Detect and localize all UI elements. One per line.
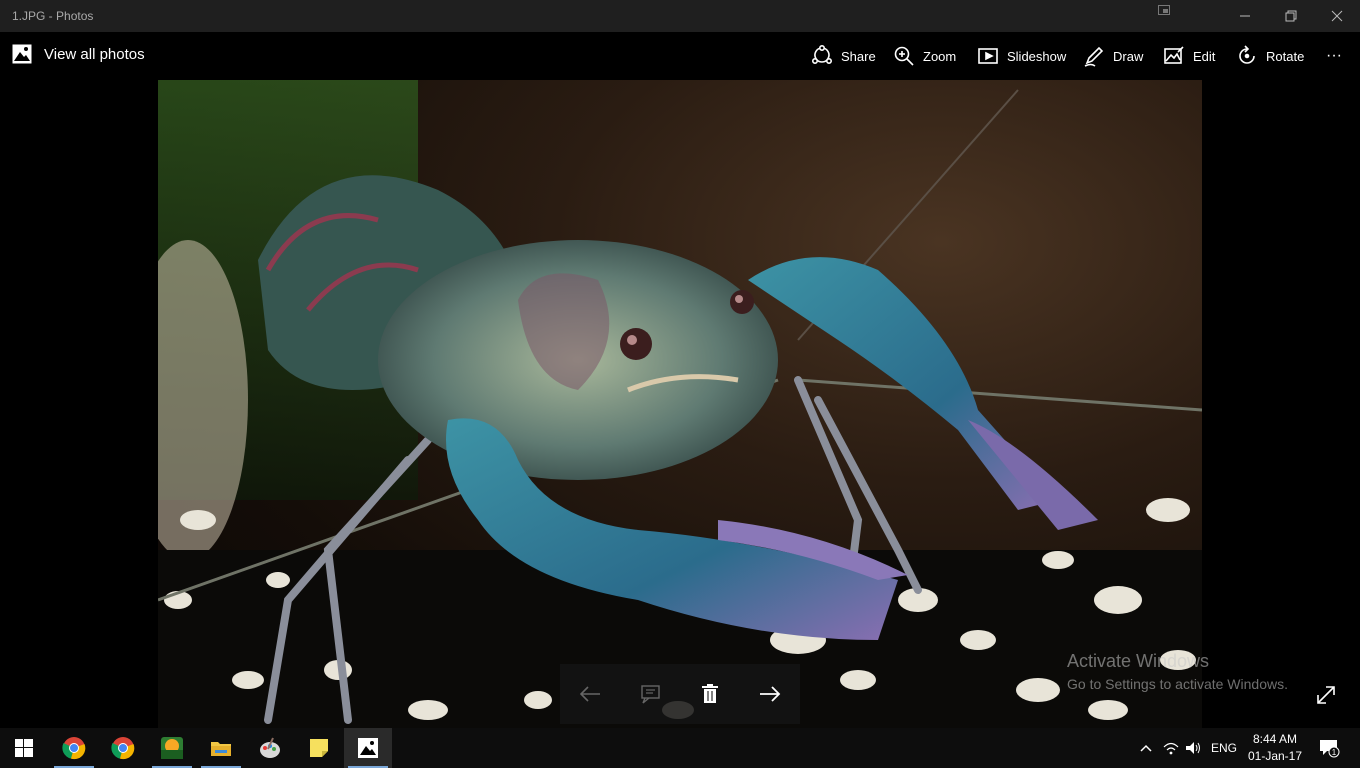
close-icon <box>1331 10 1343 22</box>
chevron-up-icon <box>1140 744 1152 752</box>
pen-icon <box>1084 46 1104 67</box>
edit-icon <box>1164 46 1184 64</box>
restore-icon <box>1285 10 1297 22</box>
rotate-icon <box>1239 45 1255 64</box>
taskbar-photos[interactable] <box>344 728 392 768</box>
photos-icon <box>358 738 378 758</box>
command-bar: View all photos Share Zoom Slideshow Dra… <box>0 32 1360 80</box>
activation-title: Activate Windows <box>1067 651 1210 671</box>
title-bar: 1.JPG - Photos <box>0 0 1360 32</box>
draw-label: Draw <box>1113 48 1144 64</box>
slideshow-label: Slideshow <box>1007 48 1067 64</box>
photo-viewer[interactable] <box>158 80 1202 728</box>
taskbar-app-landscape[interactable] <box>148 728 196 768</box>
chrome-icon <box>62 737 86 760</box>
minimize-icon <box>1240 15 1250 17</box>
close-button[interactable] <box>1314 0 1360 32</box>
activation-watermark: Activate Windows Go to Settings to activ… <box>1067 651 1288 692</box>
clock-date: 01-Jan-17 <box>1247 749 1303 763</box>
windows-logo-icon <box>15 739 33 757</box>
zoom-button[interactable]: Zoom <box>893 44 956 68</box>
volume-button[interactable] <box>1183 728 1205 768</box>
draw-button[interactable]: Draw <box>1083 44 1143 68</box>
view-all-photos-label: View all photos <box>44 45 145 63</box>
next-button[interactable] <box>750 674 790 714</box>
notification-icon: 1 <box>1320 740 1340 758</box>
sticky-notes-icon <box>310 739 328 757</box>
comment-icon <box>641 685 660 704</box>
taskbar-sticky-notes[interactable] <box>295 728 343 768</box>
rotate-label: Rotate <box>1266 48 1305 64</box>
share-button[interactable]: Share <box>811 44 876 68</box>
more-button[interactable]: ··· <box>1326 44 1342 68</box>
taskbar-paint[interactable] <box>246 728 294 768</box>
start-button[interactable] <box>0 728 48 768</box>
photo-navigation-strip <box>560 664 800 724</box>
restore-button[interactable] <box>1268 0 1314 32</box>
activation-subtitle: Go to Settings to activate Windows. <box>1067 676 1288 692</box>
window-title: 1.JPG - Photos <box>12 9 94 23</box>
arrow-right-icon <box>760 686 781 702</box>
folder-icon <box>211 742 231 756</box>
paint-icon <box>260 737 280 758</box>
zoom-icon <box>894 46 914 66</box>
edit-label: Edit <box>1193 48 1216 64</box>
show-hidden-icons-button[interactable] <box>1136 728 1156 768</box>
taskbar-chrome-2[interactable] <box>99 728 147 768</box>
mini-view-icon[interactable] <box>1158 5 1170 15</box>
share-icon <box>811 45 833 65</box>
slideshow-icon <box>978 48 998 64</box>
network-button[interactable] <box>1160 728 1182 768</box>
share-label: Share <box>841 48 876 64</box>
trash-icon <box>702 684 718 703</box>
previous-button[interactable] <box>570 674 610 714</box>
input-language[interactable]: ENG <box>1208 728 1240 768</box>
photos-icon <box>12 44 32 64</box>
crayfish-photo <box>158 80 1202 728</box>
fullscreen-icon[interactable] <box>1314 683 1338 707</box>
delete-button[interactable] <box>690 674 730 714</box>
network-icon <box>1163 742 1179 755</box>
slideshow-button[interactable]: Slideshow <box>977 44 1066 68</box>
action-center-button[interactable]: 1 <box>1314 728 1344 768</box>
add-comment-button[interactable] <box>630 674 670 714</box>
notification-count: 1 <box>1332 748 1337 757</box>
zoom-label: Zoom <box>923 48 957 64</box>
chrome-icon <box>111 737 135 760</box>
more-icon: ··· <box>1326 47 1342 64</box>
taskbar-chrome-1[interactable] <box>50 728 98 768</box>
clock[interactable]: 8:44 AM 01-Jan-17 <box>1244 731 1306 765</box>
arrow-left-icon <box>579 686 600 702</box>
landscape-app-icon <box>161 737 183 759</box>
taskbar: ENG 8:44 AM 01-Jan-17 1 <box>0 728 1360 768</box>
minimize-button[interactable] <box>1222 0 1268 32</box>
volume-icon <box>1186 742 1200 754</box>
rotate-button[interactable]: Rotate <box>1236 44 1304 68</box>
clock-time: 8:44 AM <box>1252 732 1298 746</box>
edit-button[interactable]: Edit <box>1163 44 1215 68</box>
view-all-photos-button[interactable]: View all photos <box>12 44 145 64</box>
taskbar-file-explorer[interactable] <box>197 728 245 768</box>
